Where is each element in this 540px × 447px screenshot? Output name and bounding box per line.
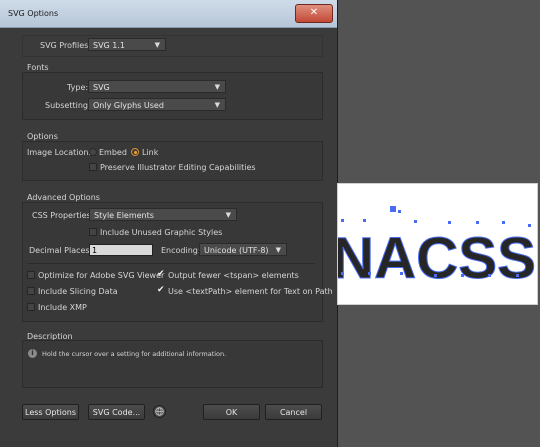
optimize-viewer-label: Optimize for Adobe SVG Viewer xyxy=(38,271,165,280)
encoding-label: Encoding: xyxy=(161,246,201,255)
svg-code-button[interactable]: SVG Code... xyxy=(88,404,145,420)
svg-profiles-value: SVG 1.1 xyxy=(93,41,126,50)
include-xmp-checkbox[interactable] xyxy=(27,303,35,311)
chevron-down-icon: ▼ xyxy=(214,101,220,109)
window-title: SVG Options xyxy=(8,9,59,18)
window-close-button[interactable]: ✕ xyxy=(295,4,333,23)
textpath-label: Use <textPath> element for Text on Path xyxy=(168,287,333,296)
unused-styles-label: Include Unused Graphic Styles xyxy=(100,228,223,237)
link-radio[interactable] xyxy=(131,148,139,156)
encoding-value: Unicode (UTF-8) xyxy=(204,246,269,255)
tspan-label: Output fewer <tspan> elements xyxy=(168,271,299,280)
decimal-places-label: Decimal Places: xyxy=(29,246,93,255)
svg-profiles-select[interactable]: SVG 1.1 ▼ xyxy=(88,38,166,51)
options-heading: Options xyxy=(27,132,58,141)
svg-options-dialog: SVG Options ✕ SVG Profiles: SVG 1.1 ▼ Fo… xyxy=(0,0,338,447)
advanced-divider xyxy=(28,263,315,264)
subsetting-select[interactable]: Only Glyphs Used ▼ xyxy=(88,98,226,111)
link-label: Link xyxy=(142,148,159,157)
description-section xyxy=(22,340,323,388)
chevron-down-icon: ▼ xyxy=(275,246,281,254)
image-location-label: Image Location: xyxy=(27,148,92,157)
preview-text: NACSS xyxy=(338,226,536,291)
artwork-preview: NACSS xyxy=(332,183,538,305)
preserve-editing-checkbox[interactable] xyxy=(89,163,97,171)
css-properties-value: Style Elements xyxy=(94,211,154,220)
chevron-down-icon: ▼ xyxy=(214,83,220,91)
decimal-places-input[interactable]: 1 xyxy=(89,244,153,256)
subsetting-value: Only Glyphs Used xyxy=(93,101,164,110)
title-bar[interactable]: SVG Options ✕ xyxy=(0,0,337,28)
textpath-checkbox[interactable]: ✔ xyxy=(157,285,165,295)
encoding-select[interactable]: Unicode (UTF-8) ▼ xyxy=(199,243,287,256)
cancel-button[interactable]: Cancel xyxy=(265,404,322,420)
embed-label: Embed xyxy=(99,148,127,157)
chevron-down-icon: ▼ xyxy=(225,211,231,219)
description-text: Hold the cursor over a setting for addit… xyxy=(42,350,227,358)
slicing-data-checkbox[interactable] xyxy=(27,287,35,295)
chevron-down-icon: ▼ xyxy=(154,41,160,49)
globe-icon[interactable] xyxy=(153,405,166,418)
css-properties-label: CSS Properties: xyxy=(32,211,94,220)
font-type-value: SVG xyxy=(93,83,110,92)
preserve-editing-label: Preserve Illustrator Editing Capabilitie… xyxy=(100,163,256,172)
svg-profiles-label: SVG Profiles: xyxy=(40,41,92,50)
embed-radio[interactable] xyxy=(89,148,97,156)
slicing-data-label: Include Slicing Data xyxy=(38,287,118,296)
options-section xyxy=(22,141,323,181)
advanced-heading: Advanced Options xyxy=(27,193,100,202)
optimize-viewer-checkbox[interactable] xyxy=(27,271,35,279)
unused-styles-checkbox[interactable] xyxy=(89,228,97,236)
less-options-button[interactable]: Less Options xyxy=(22,404,79,420)
info-icon: i xyxy=(28,349,37,358)
font-type-select[interactable]: SVG ▼ xyxy=(88,80,226,93)
fonts-heading: Fonts xyxy=(27,63,49,72)
preview-svg: NACSS xyxy=(332,206,537,292)
ok-button[interactable]: OK xyxy=(203,404,260,420)
include-xmp-label: Include XMP xyxy=(38,303,87,312)
subsetting-label: Subsetting: xyxy=(45,101,91,110)
font-type-label: Type: xyxy=(67,83,89,92)
tspan-checkbox[interactable]: ✔ xyxy=(157,269,165,279)
css-properties-select[interactable]: Style Elements ▼ xyxy=(89,208,237,221)
